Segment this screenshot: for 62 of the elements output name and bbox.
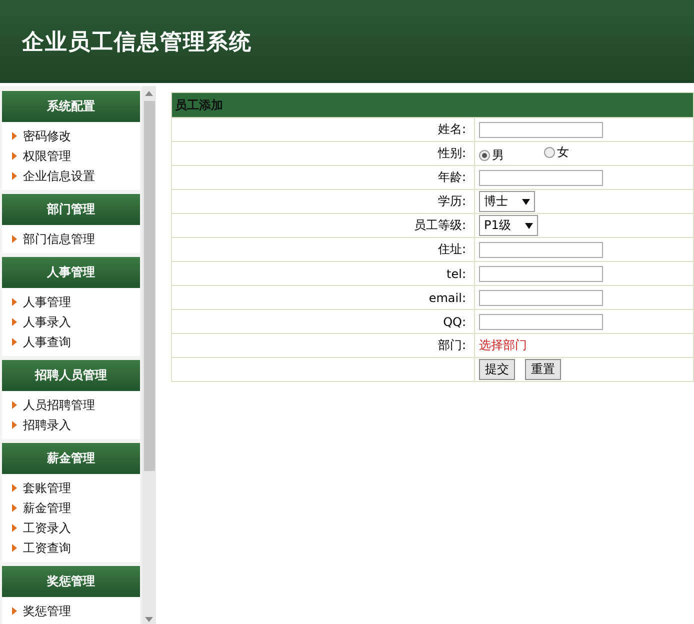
text-input[interactable]	[479, 242, 603, 258]
form-title: 员工添加	[172, 92, 694, 118]
field-label: tel:	[446, 266, 466, 280]
field-label: 姓名:	[438, 122, 466, 136]
field-label: 年龄:	[438, 170, 466, 184]
field-label: 住址:	[438, 242, 466, 256]
radio-label: 女	[557, 144, 569, 160]
triangle-icon	[12, 298, 17, 306]
text-input[interactable]	[479, 170, 603, 186]
text-input[interactable]	[479, 122, 603, 138]
form-button[interactable]: 提交	[479, 359, 515, 380]
menu-group-header[interactable]: 招聘人员管理	[2, 360, 140, 391]
triangle-icon	[12, 172, 17, 180]
field-label: 学历:	[438, 194, 466, 208]
field-label: email:	[428, 290, 466, 304]
menu-group-header[interactable]: 奖惩管理	[2, 566, 140, 597]
menu-item[interactable]: 人员招聘管理	[23, 396, 95, 414]
dropdown[interactable]: P1级	[479, 215, 538, 236]
triangle-icon	[12, 421, 17, 429]
triangle-icon	[12, 524, 17, 532]
radio-button[interactable]	[544, 146, 555, 158]
menu-group-header[interactable]: 人事管理	[2, 257, 140, 288]
triangle-icon	[12, 318, 17, 326]
menu-group-header[interactable]: 系统配置	[2, 91, 140, 122]
triangle-icon	[12, 235, 17, 243]
menu-item[interactable]: 薪金管理	[23, 500, 71, 516]
radio-label: 男	[492, 146, 504, 164]
menu-item[interactable]: 人事录入	[23, 314, 71, 330]
menu-item[interactable]: 密码修改	[23, 128, 71, 144]
menu-item[interactable]: 套账管理	[23, 480, 71, 496]
select-department-link[interactable]: 选择部门	[479, 338, 527, 352]
text-input[interactable]	[479, 314, 603, 330]
app-title: 企业员工信息管理系统	[22, 28, 252, 56]
triangle-icon	[12, 484, 17, 492]
dropdown[interactable]: 博士	[479, 191, 535, 212]
menu-item[interactable]: 招聘录入	[23, 416, 71, 434]
menu-group-header[interactable]: 薪金管理	[2, 443, 140, 474]
field-label: QQ:	[443, 314, 466, 328]
text-input[interactable]	[479, 290, 603, 306]
scrollbar[interactable]	[142, 86, 156, 624]
menu-item[interactable]: 权限管理	[23, 148, 71, 164]
triangle-icon	[12, 544, 17, 552]
radio-button[interactable]	[479, 150, 490, 160]
menu-item[interactable]: 人事管理	[23, 294, 71, 310]
triangle-icon	[12, 504, 17, 512]
text-input[interactable]	[479, 266, 603, 282]
form-button[interactable]: 重置	[525, 359, 561, 380]
caret-icon	[524, 222, 533, 228]
triangle-icon	[12, 338, 17, 346]
menu-item[interactable]: 企业信息设置	[23, 168, 95, 184]
menu-item[interactable]: 人事查询	[23, 334, 71, 350]
field-label: 性别:	[438, 146, 466, 160]
menu-item[interactable]: 工资查询	[23, 540, 71, 556]
menu-item[interactable]: 工资录入	[23, 520, 71, 536]
triangle-icon	[12, 132, 17, 140]
caret-icon	[522, 198, 530, 204]
triangle-icon	[12, 152, 17, 160]
menu-group-header[interactable]: 部门管理	[2, 194, 140, 225]
triangle-icon	[12, 401, 17, 409]
field-label: 员工等级:	[414, 218, 466, 232]
triangle-icon	[12, 607, 17, 615]
field-label: 部门:	[438, 338, 466, 352]
